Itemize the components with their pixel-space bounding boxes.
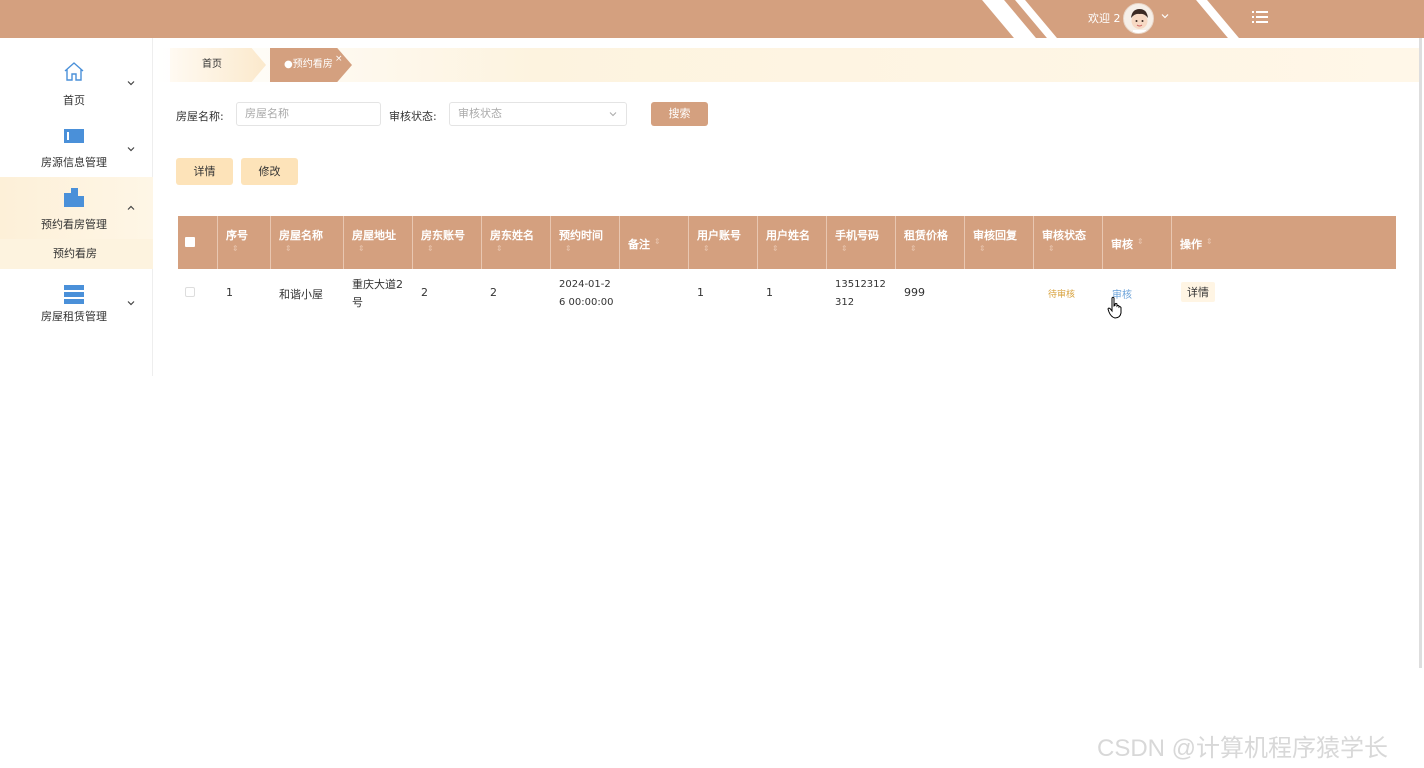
detail-button[interactable]: 详情 — [176, 158, 233, 185]
sort-icon: ⇕ — [1048, 244, 1055, 253]
cell-status: 待审核 — [1034, 269, 1103, 315]
sort-icon: ⇕ — [565, 244, 572, 253]
sort-icon: ⇕ — [427, 244, 434, 253]
cell-remark — [620, 269, 689, 315]
sort-icon: ⇕ — [772, 244, 779, 253]
sort-icon: ⇕ — [1137, 237, 1144, 246]
top-navbar: 欢迎 2 — [0, 0, 1424, 38]
column-header[interactable]: 房东账号 ⇕ — [413, 216, 482, 269]
scrollbar[interactable] — [1419, 38, 1422, 668]
watermark-text: CSDN @计算机程序猿学长 — [1097, 735, 1389, 762]
column-header[interactable]: 租赁价格 ⇕ — [896, 216, 965, 269]
sidebar-subitem-appointment[interactable]: 预约看房 — [0, 239, 153, 269]
sidebar: 首页 房源信息管理 预约看房管理 预约看房 房屋租赁管理 — [0, 38, 153, 376]
decor-stripe — [1196, 0, 1239, 38]
status-select-placeholder: 审核状态 — [458, 107, 502, 120]
row-select-cell — [178, 269, 218, 315]
column-header[interactable]: 审核回复 ⇕ — [965, 216, 1034, 269]
chevron-down-icon — [126, 144, 136, 157]
status-select[interactable]: 审核状态 — [449, 102, 627, 126]
sidebar-item-appointment[interactable]: 预约看房管理 — [0, 177, 153, 239]
sort-icon: ⇕ — [1206, 237, 1213, 246]
sort-icon: ⇕ — [496, 244, 503, 253]
chevron-down-icon[interactable] — [1160, 11, 1172, 23]
column-header[interactable]: 房东姓名 ⇕ — [482, 216, 551, 269]
cell-landlord-name: 2 — [490, 286, 497, 299]
menu-toggle-icon[interactable] — [1252, 9, 1270, 25]
edit-button[interactable]: 修改 — [241, 158, 298, 185]
sort-icon: ⇕ — [979, 244, 986, 253]
column-header[interactable]: 用户姓名 ⇕ — [758, 216, 827, 269]
search-button[interactable]: 搜索 — [651, 102, 708, 126]
row-checkbox[interactable] — [185, 287, 195, 297]
hand-cursor-icon — [1107, 296, 1125, 320]
column-header[interactable]: 用户账号 ⇕ — [689, 216, 758, 269]
column-select-all — [178, 216, 218, 269]
column-header[interactable]: 预约时间 ⇕ — [551, 216, 620, 269]
cell-price: 999 — [904, 286, 925, 299]
close-icon[interactable]: × — [335, 54, 343, 64]
sort-icon: ⇕ — [358, 244, 365, 253]
tab-home[interactable]: 首页 — [170, 48, 266, 82]
cell-index: 1 — [226, 286, 233, 299]
sort-icon: ⇕ — [910, 244, 917, 253]
column-header[interactable]: 房屋地址 ⇕ — [344, 216, 413, 269]
chevron-down-icon — [126, 298, 136, 311]
column-header[interactable]: 审核状态 ⇕ — [1034, 216, 1103, 269]
status-badge: 待审核 — [1048, 290, 1076, 300]
select-all-checkbox[interactable] — [185, 237, 195, 247]
sort-icon: ⇕ — [654, 237, 661, 246]
status-label: 审核状态: — [389, 110, 437, 123]
chevron-up-icon — [126, 203, 136, 216]
column-header[interactable]: 操作 ⇕ — [1172, 216, 1396, 269]
chevron-down-icon — [608, 103, 618, 134]
building-icon — [62, 185, 86, 209]
house-name-label: 房屋名称: — [176, 110, 224, 123]
sidebar-item-home[interactable]: 首页 — [0, 60, 153, 122]
sidebar-item-rental[interactable]: 房屋租赁管理 — [0, 282, 153, 344]
sort-icon: ⇕ — [703, 244, 710, 253]
column-header[interactable]: 房屋名称 ⇕ — [271, 216, 344, 269]
chevron-down-icon — [126, 78, 136, 91]
breadcrumb: 首页 ●预约看房 × — [154, 48, 1420, 82]
cell-user-name: 1 — [766, 286, 773, 299]
list-icon — [62, 282, 86, 306]
house-info-icon — [62, 124, 86, 148]
sidebar-item-label: 预约看房管理 — [41, 218, 107, 231]
column-header[interactable]: 审核 ⇕ — [1103, 216, 1172, 269]
welcome-text: 欢迎 2 — [1088, 12, 1121, 25]
user-avatar-icon — [1131, 9, 1148, 33]
cell-user-account: 1 — [697, 286, 704, 299]
table-header: 序号 ⇕ 房屋名称 ⇕ 房屋地址 ⇕ 房东账号 ⇕ 房东姓名 ⇕ 预约时间 ⇕ 备注 ⇕ 用户… — [178, 216, 1396, 269]
cell-phone: 13512312312 — [835, 279, 886, 308]
house-name-input[interactable]: 房屋名称 — [236, 102, 381, 126]
table-row: 1 和谐小屋 重庆大道2号 2 2 2024-01-26 00:00:00 1 … — [178, 269, 1396, 315]
cell-house-name: 和谐小屋 — [279, 288, 323, 301]
column-header[interactable]: 手机号码 ⇕ — [827, 216, 896, 269]
sort-icon: ⇕ — [841, 244, 848, 253]
sort-icon: ⇕ — [232, 244, 239, 253]
avatar[interactable] — [1123, 3, 1154, 34]
cell-landlord-account: 2 — [421, 286, 428, 299]
cell-reply — [965, 269, 1034, 315]
home-icon — [62, 60, 86, 84]
sidebar-item-label: 首页 — [63, 94, 85, 107]
sort-icon: ⇕ — [285, 244, 292, 253]
column-header[interactable]: 序号 ⇕ — [218, 216, 271, 269]
row-detail-button[interactable]: 详情 — [1181, 282, 1215, 302]
cell-address: 重庆大道2号 — [352, 278, 403, 309]
column-header[interactable]: 备注 ⇕ — [620, 216, 689, 269]
cell-appointment-time: 2024-01-26 00:00:00 — [559, 279, 614, 308]
cell-operations: 详情 — [1172, 269, 1396, 315]
